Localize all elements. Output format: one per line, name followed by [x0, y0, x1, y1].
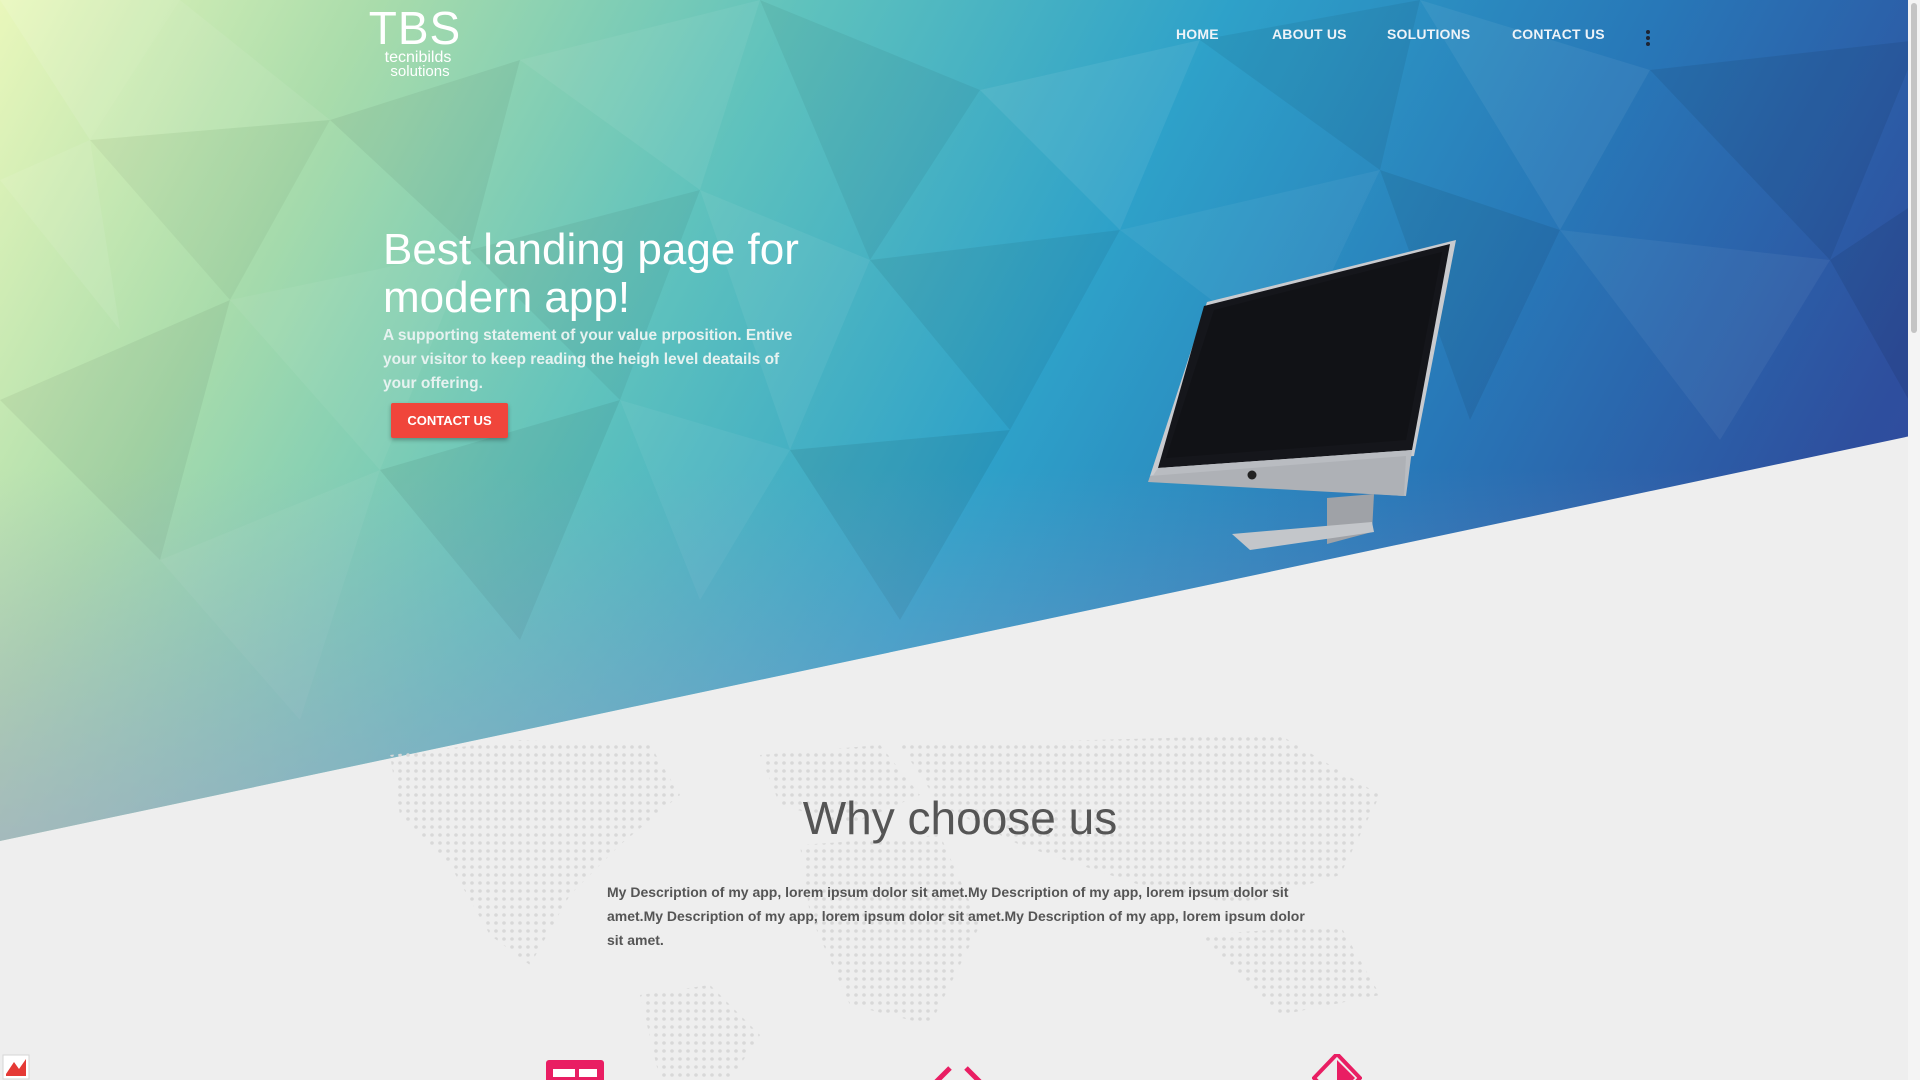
landing-page: TBS tecnibilds solutions HOME ABOUT US S… — [0, 0, 1920, 1080]
browser-window-icon — [546, 1060, 604, 1080]
imac-monitor-illustration — [1148, 240, 1456, 550]
code-brackets-icon — [934, 1066, 982, 1080]
hero-background — [0, 0, 1920, 841]
site-badge-icon[interactable] — [2, 1054, 30, 1080]
scrollbar-thumb[interactable] — [1911, 3, 1917, 333]
hero-title: Best landing page for modern app! — [383, 225, 799, 322]
why-choose-us-description: My Description of my app, lorem ipsum do… — [607, 884, 1305, 948]
vertical-dots-icon[interactable] — [1641, 30, 1655, 52]
nav-solutions[interactable]: SOLUTIONS — [1387, 26, 1470, 50]
logo-line2: solutions — [390, 63, 449, 78]
nav-home[interactable]: HOME — [1176, 26, 1219, 50]
hero-subtitle: A supporting statement of your value prp… — [383, 327, 793, 392]
contact-us-button[interactable]: CONTACT US — [391, 403, 508, 438]
diamond-icon — [1312, 1054, 1362, 1080]
why-choose-us-title: Why choose us — [802, 792, 1118, 844]
logo-mark: TBS — [369, 6, 461, 54]
page-scrollbar[interactable] — [1908, 0, 1920, 1080]
nav-about-us[interactable]: ABOUT US — [1272, 26, 1347, 50]
brand-logo[interactable]: TBS tecnibilds solutions — [348, 6, 482, 78]
nav-contact-us[interactable]: CONTACT US — [1512, 26, 1605, 50]
